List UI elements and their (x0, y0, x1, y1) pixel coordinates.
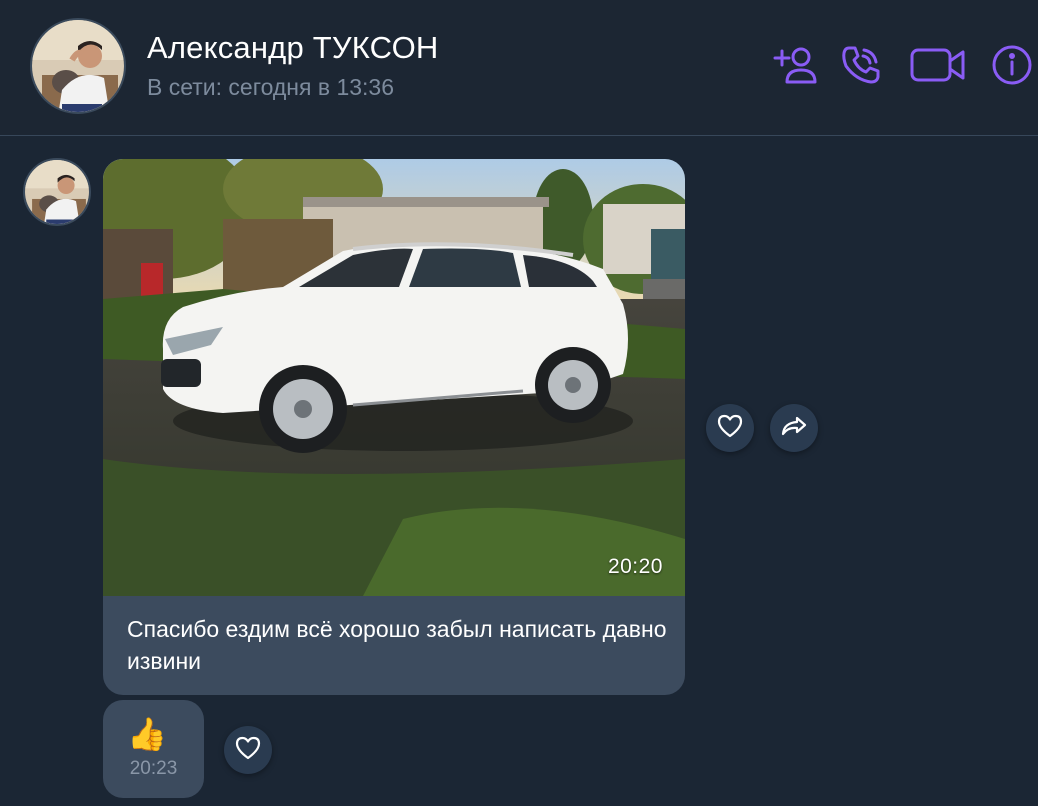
message-text: Спасибо ездим всё хорошо забыл написать … (127, 616, 667, 674)
voice-call-icon[interactable] (840, 44, 882, 86)
emoji-message[interactable]: 👍 20:23 (103, 700, 204, 798)
message-time: 20:23 (129, 758, 178, 779)
photo-message[interactable]: 20:20 Спасибо ездим всё хорошо забыл нап… (103, 159, 685, 695)
like-button[interactable] (224, 726, 272, 774)
like-icon (234, 735, 262, 766)
video-call-icon[interactable] (910, 44, 966, 86)
like-button[interactable] (706, 404, 754, 452)
contact-name[interactable]: Александр ТУКСОН (147, 30, 438, 66)
contact-avatar[interactable] (30, 18, 126, 114)
thumbs-up-icon: 👍 (127, 716, 167, 752)
forward-button[interactable] (770, 404, 818, 452)
car-photo[interactable] (103, 159, 685, 596)
forward-icon (780, 414, 808, 443)
add-contact-icon[interactable] (773, 44, 819, 86)
sender-avatar[interactable] (23, 158, 91, 226)
chat-header: Александр ТУКСОН В сети: сегодня в 13:36 (0, 0, 1038, 136)
like-icon (716, 413, 744, 444)
message-time: 20:20 (607, 555, 663, 578)
contact-status: В сети: сегодня в 13:36 (147, 74, 395, 100)
info-icon[interactable] (991, 44, 1033, 86)
